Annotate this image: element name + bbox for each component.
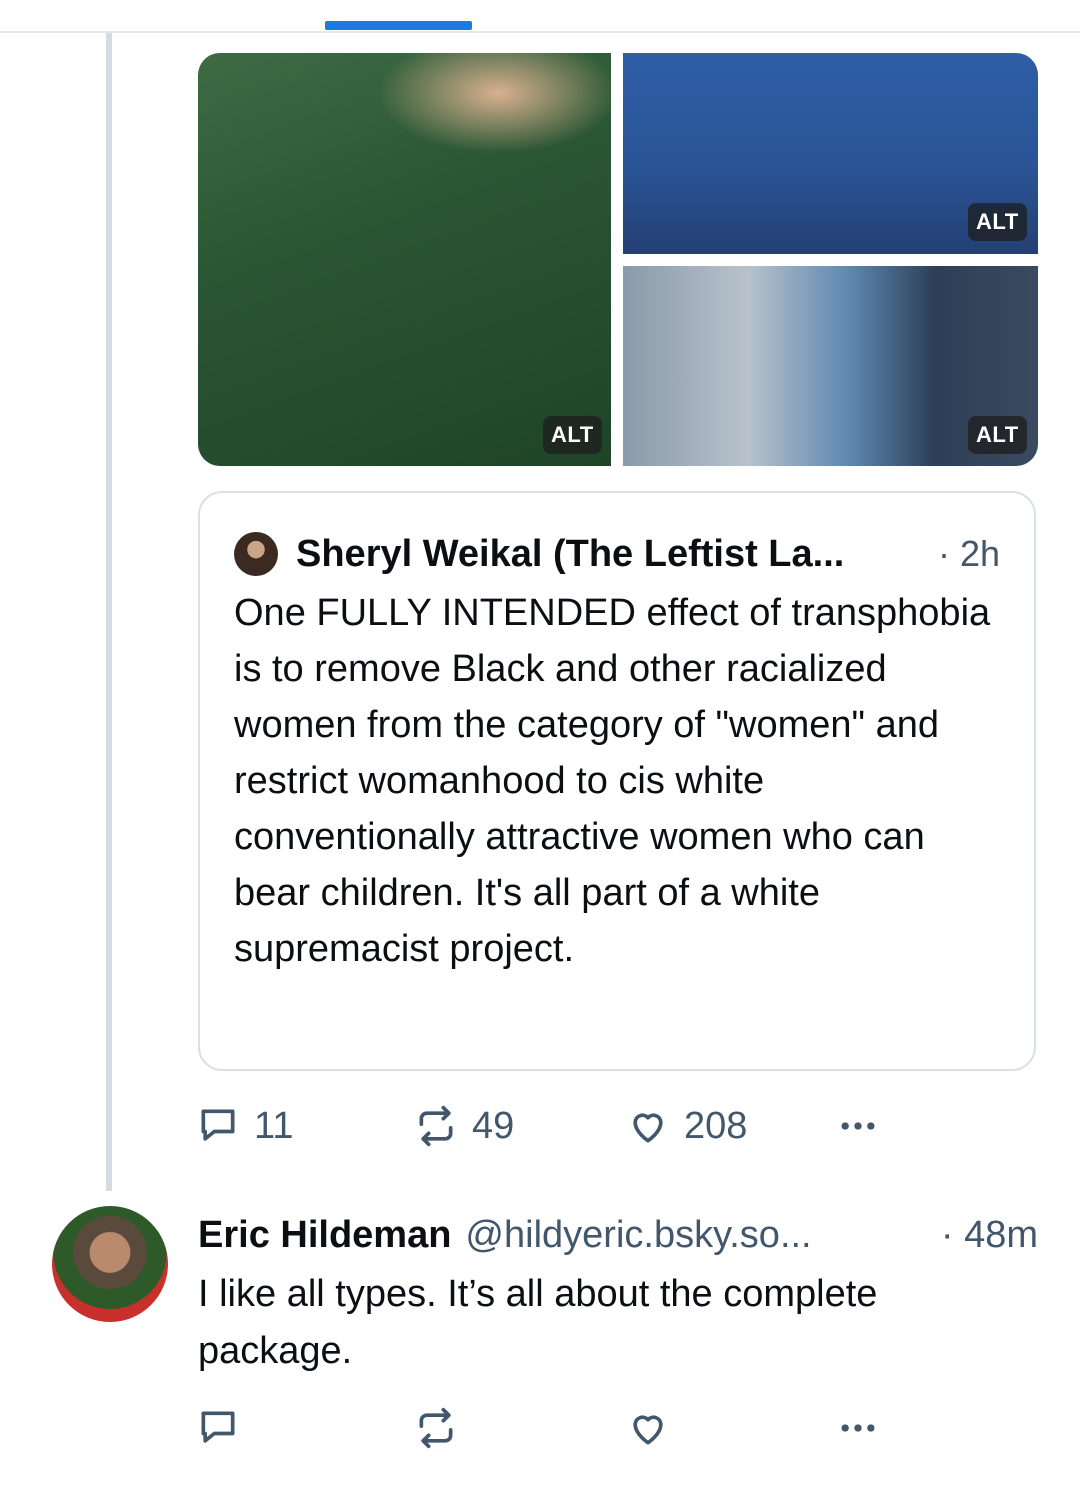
image-tennis-player-white[interactable]: ALT [198,53,611,466]
heart-icon [633,1113,663,1143]
like-button[interactable]: 208 [626,1104,747,1148]
post-action-bar: 11 49 208 [196,1104,1036,1150]
image-tennis-player-pink[interactable]: ALT [623,53,1038,254]
more-button[interactable] [836,1104,880,1148]
top-divider [0,31,1080,33]
avatar[interactable] [234,532,278,576]
reply-author-handle[interactable]: @hildyeric.bsky.so... [465,1214,811,1257]
like-button[interactable] [626,1406,670,1450]
quoted-post-text: One FULLY INTENDED effect of transphobia… [234,592,991,970]
reply-header: Eric Hildeman @hildyeric.bsky.so... · 48… [198,1210,1038,1260]
active-tab-indicator [325,21,472,30]
alt-badge[interactable]: ALT [968,203,1027,241]
quoted-post[interactable]: Sheryl Weikal (The Leftist La... · 2h On… [198,491,1036,1071]
quoted-post-header: Sheryl Weikal (The Leftist La... · 2h [234,531,1000,577]
reply-time: · 48m [940,1213,1038,1256]
reply-text: I like all types. It’s all about the com… [198,1273,878,1372]
comment-icon [201,1411,235,1443]
image-grid: ALT ALT ALT [198,53,1038,466]
thread-line [106,33,112,1191]
alt-badge[interactable]: ALT [968,416,1027,454]
reply-action-bar [196,1406,1036,1452]
more-icon [841,1122,875,1130]
repost-button[interactable]: 49 [414,1104,514,1148]
like-count: 208 [684,1104,748,1147]
repost-icon [419,1105,453,1147]
image-trophies[interactable]: ALT [623,266,1038,466]
quoted-post-time: · 2h [937,533,1000,574]
reply-count: 11 [254,1104,294,1147]
alt-badge[interactable]: ALT [543,416,602,454]
heart-icon [633,1415,663,1445]
comment-icon [201,1109,235,1141]
repost-count: 49 [472,1104,515,1147]
more-button[interactable] [836,1406,880,1450]
quoted-author-name[interactable]: Sheryl Weikal (The Leftist La... [296,533,844,576]
more-icon [841,1424,875,1432]
repost-button[interactable] [414,1406,458,1450]
reply-button[interactable]: 11 [196,1104,293,1148]
repost-icon [419,1407,453,1449]
avatar[interactable] [52,1206,168,1322]
reply-author-name[interactable]: Eric Hildeman [198,1214,451,1257]
reply-button[interactable] [196,1406,240,1450]
